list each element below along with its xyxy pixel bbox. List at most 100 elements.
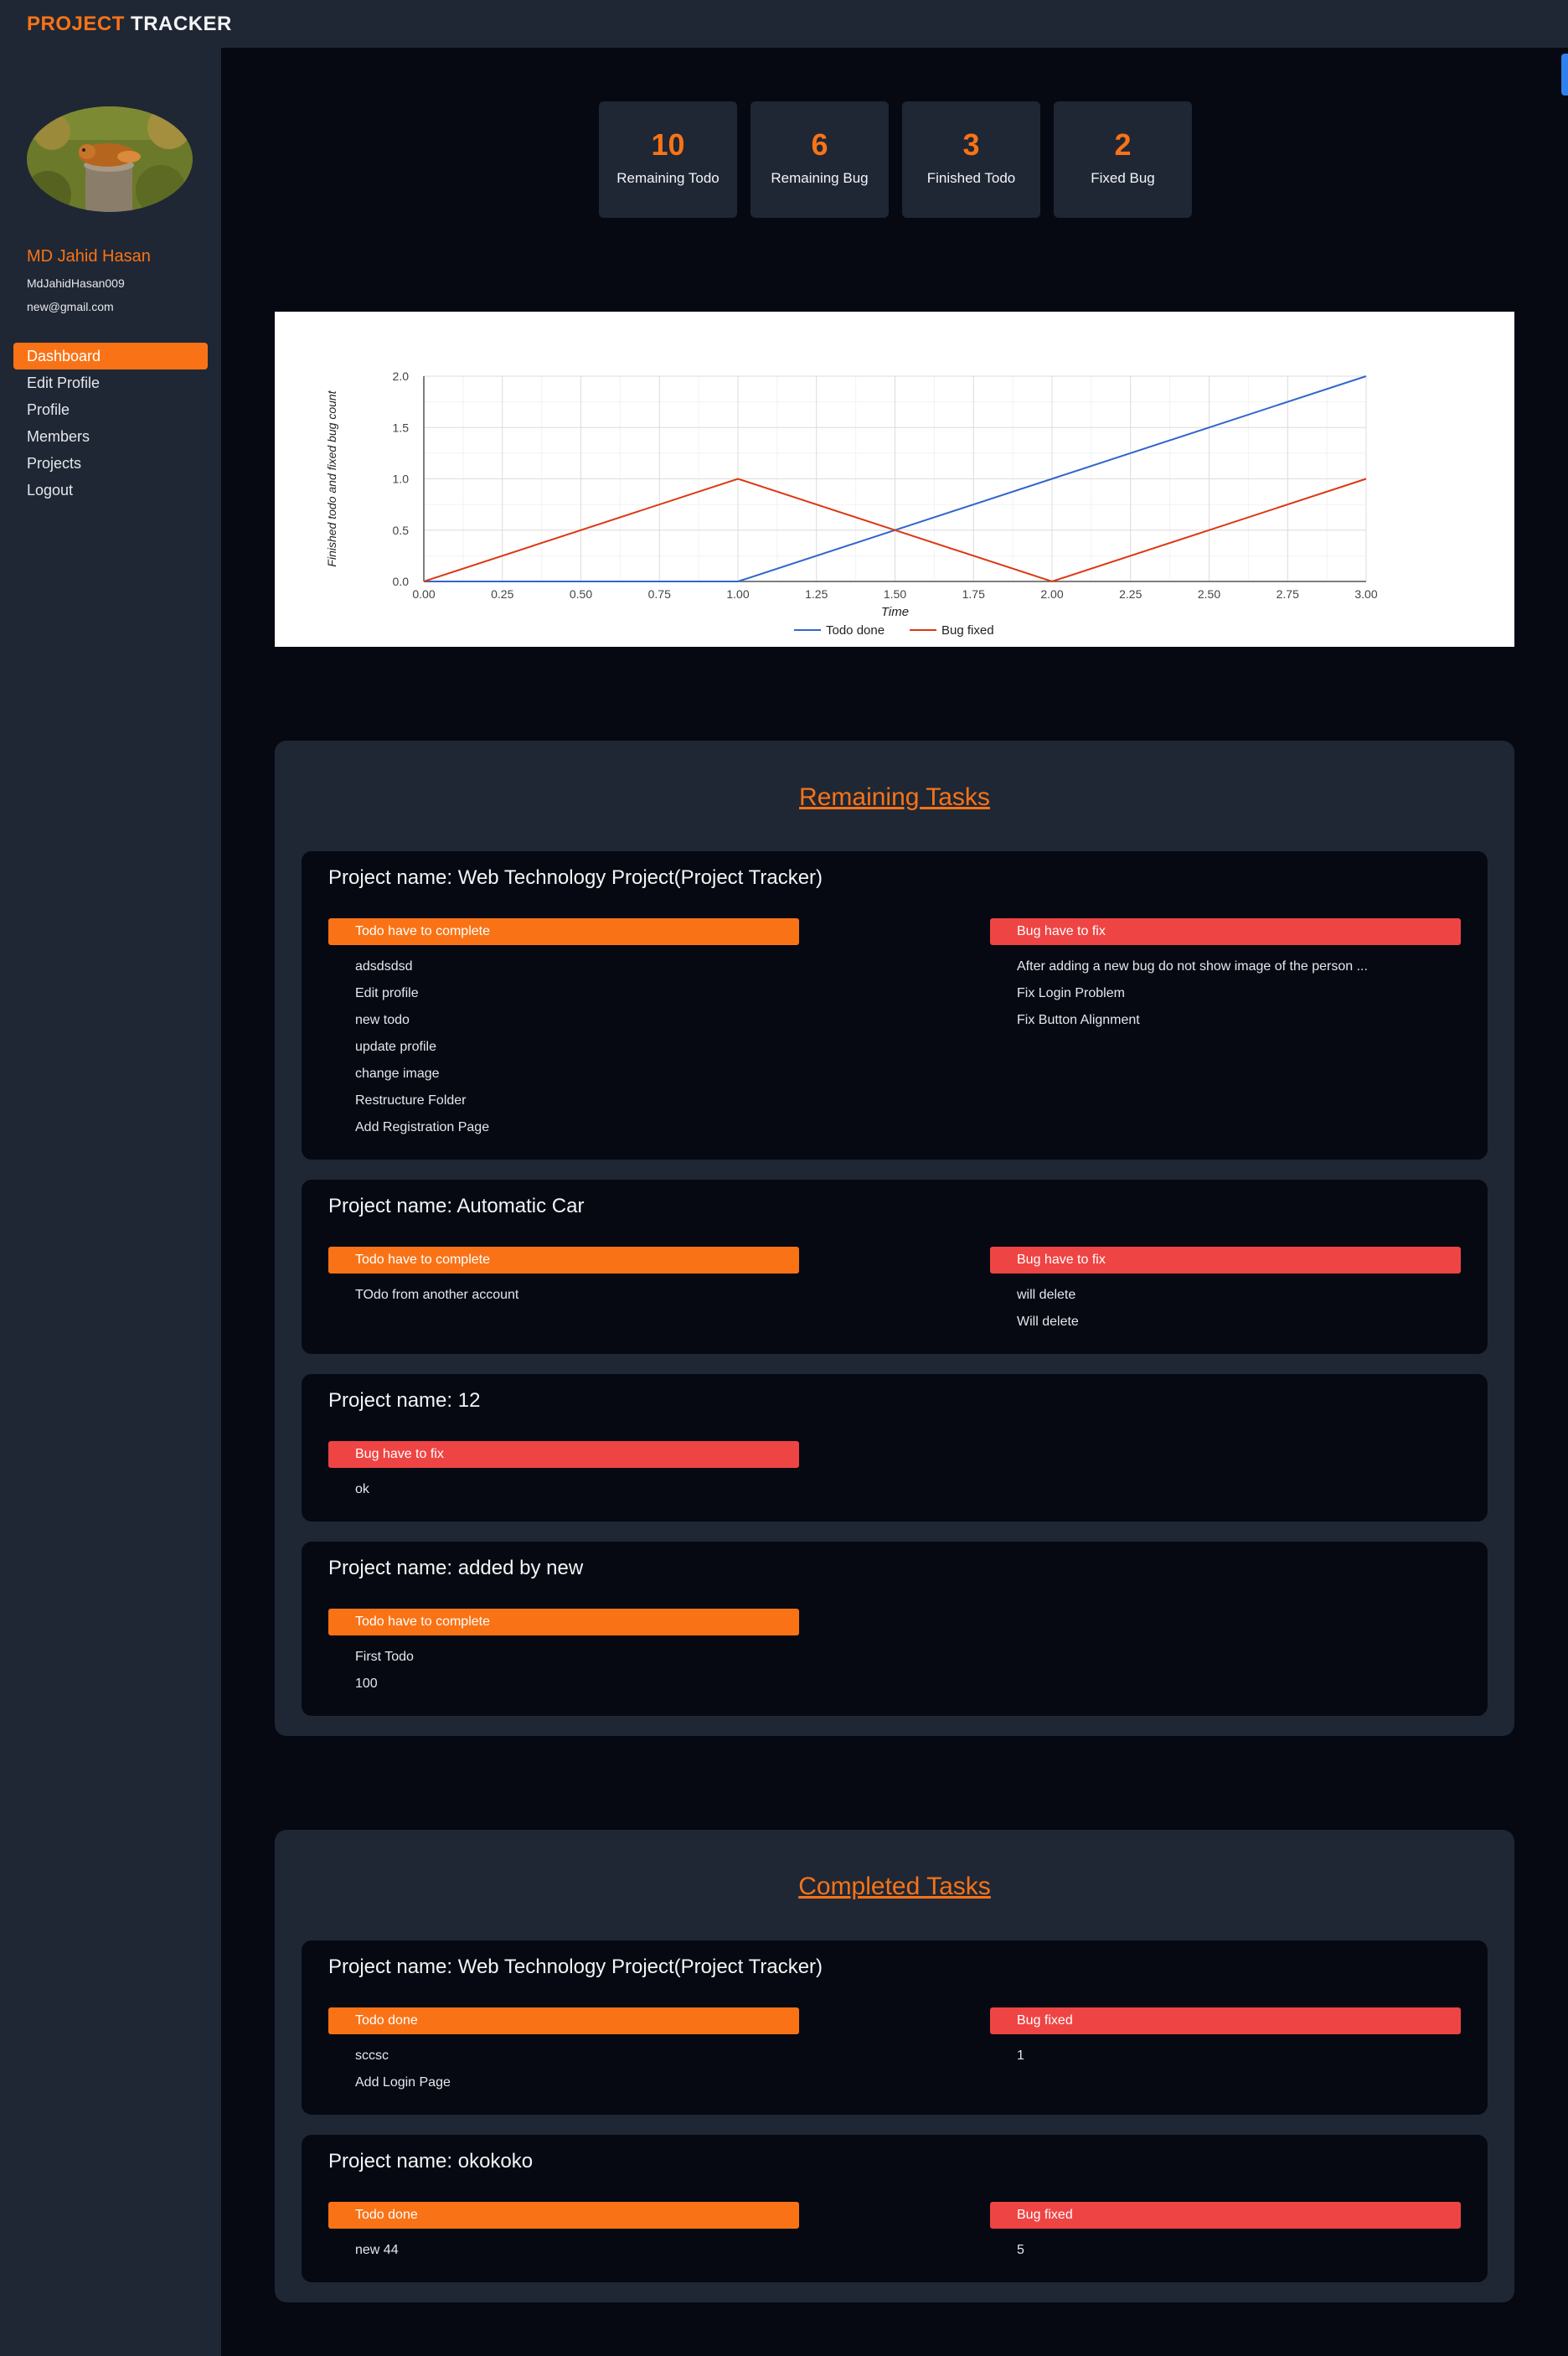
y-tick-label: 0.5 <box>393 524 410 537</box>
project-name: Project name: 12 <box>328 1389 481 1412</box>
todo-column: Todo done sccsc Add Login Page <box>328 2007 799 2096</box>
list-item: Restructure Folder <box>355 1093 467 1108</box>
sidebar-item-dashboard[interactable]: Dashboard <box>13 343 208 369</box>
stat-label: Remaining Bug <box>771 170 869 186</box>
bug-column: Bug fixed 1 <box>990 2007 1461 2069</box>
brand-part-project: PROJECT <box>27 13 125 35</box>
y-tick-label: 1.0 <box>393 473 410 486</box>
project-name: Project name: Automatic Car <box>328 1195 585 1217</box>
user-email: new@gmail.com <box>27 300 114 313</box>
bug-list: After adding a new bug do not show image… <box>990 953 1461 1034</box>
y-tick-label: 0.0 <box>393 575 410 588</box>
list-item: 100 <box>355 1677 378 1691</box>
project-card: Project name: Web Technology Project(Pro… <box>302 851 1488 1160</box>
todo-list: First Todo 100 <box>328 1644 799 1697</box>
stat-label: Fixed Bug <box>1091 170 1155 186</box>
stat-value: 10 <box>651 127 685 162</box>
x-tick-label: 1.75 <box>962 587 985 601</box>
y-tick-label: 1.5 <box>393 421 410 434</box>
list-item: Fix Button Alignment <box>1017 1013 1140 1027</box>
x-tick-label: 1.25 <box>805 587 828 601</box>
user-handle: MdJahidHasan009 <box>27 276 125 290</box>
todo-column: Todo done new 44 <box>328 2202 799 2264</box>
sidebar: MD Jahid Hasan MdJahidHasan009 new@gmail… <box>0 48 221 2356</box>
x-tick-label: 0.25 <box>491 587 513 601</box>
project-card: Project name: 12 Bug have to fix ok <box>302 1374 1488 1522</box>
x-tick-label: 3.00 <box>1354 587 1377 601</box>
bug-list: will delete Will delete <box>990 1282 1461 1336</box>
bug-column: Bug have to fix will delete Will delete <box>990 1247 1461 1336</box>
stat-card-finished-todo: 3 Finished Todo <box>902 101 1040 218</box>
todo-header: Todo have to complete <box>328 918 799 945</box>
stat-card-remaining-bug: 6 Remaining Bug <box>750 101 889 218</box>
bug-column: Bug have to fix After adding a new bug d… <box>990 918 1461 1034</box>
user-name: MD Jahid Hasan <box>27 247 151 266</box>
sidebar-item-profile[interactable]: Profile <box>13 396 208 423</box>
avatar-photo <box>27 106 193 212</box>
list-item: Add Login Page <box>355 2075 451 2090</box>
sidebar-item-members[interactable]: Members <box>13 423 208 450</box>
list-item: will delete <box>1017 1288 1076 1302</box>
sidebar-item-logout[interactable]: Logout <box>13 477 208 504</box>
list-item: First Todo <box>355 1650 414 1664</box>
completed-tasks-heading[interactable]: Completed Tasks <box>275 1870 1514 1904</box>
legend-label: Bug fixed <box>941 623 994 638</box>
todo-header: Todo have to complete <box>328 1609 799 1635</box>
x-tick-label: 2.25 <box>1119 587 1142 601</box>
list-item: 1 <box>1017 2049 1024 2063</box>
list-item: Will delete <box>1017 1315 1079 1329</box>
y-axis-title: Finished todo and fixed bug count <box>325 390 338 566</box>
project-card: Project name: added by new Todo have to … <box>302 1542 1488 1716</box>
list-item: After adding a new bug do not show image… <box>1017 959 1368 974</box>
stats-row: 10 Remaining Todo 6 Remaining Bug 3 Fini… <box>599 101 1192 218</box>
todo-list: sccsc Add Login Page <box>328 2043 799 2096</box>
remaining-tasks-heading[interactable]: Remaining Tasks <box>275 781 1514 814</box>
list-item: adsdsdsd <box>355 959 413 974</box>
remaining-tasks-panel: Remaining Tasks Project name: Web Techno… <box>275 741 1514 1736</box>
bug-list: 5 <box>990 2237 1461 2264</box>
floating-side-tab[interactable] <box>1561 54 1568 96</box>
sidebar-item-projects[interactable]: Projects <box>13 450 208 477</box>
y-tick-label: 2.0 <box>393 369 410 383</box>
x-tick-label: 0.00 <box>412 587 435 601</box>
x-tick-label: 2.75 <box>1277 587 1299 601</box>
brand-logo[interactable]: PROJECT TRACKER <box>27 13 232 36</box>
x-tick-label: 2.00 <box>1040 587 1063 601</box>
list-item: TOdo from another account <box>355 1288 519 1302</box>
todo-header: Todo done <box>328 2202 799 2229</box>
bug-list: ok <box>328 1476 799 1503</box>
bug-column: Bug fixed 5 <box>990 2202 1461 2264</box>
x-tick-label: 0.50 <box>570 587 592 601</box>
legend-label: Todo done <box>826 623 885 638</box>
project-card: Project name: Automatic Car Todo have to… <box>302 1180 1488 1354</box>
bug-header: Bug have to fix <box>990 1247 1461 1274</box>
sidebar-item-edit-profile[interactable]: Edit Profile <box>13 369 208 396</box>
bug-list: 1 <box>990 2043 1461 2069</box>
project-card: Project name: Web Technology Project(Pro… <box>302 1940 1488 2115</box>
list-item: new todo <box>355 1013 410 1027</box>
stat-value: 6 <box>811 127 828 162</box>
top-navbar: PROJECT TRACKER <box>0 0 1568 48</box>
project-card: Project name: okokoko Todo done new 44 B… <box>302 2135 1488 2282</box>
bug-header: Bug have to fix <box>990 918 1461 945</box>
progress-chart: 0.00 0.25 0.50 0.75 1.00 1.25 1.50 1.75 2.00 2.25… <box>275 312 1514 647</box>
todo-column: Todo have to complete First Todo 100 <box>328 1609 799 1697</box>
list-item: update profile <box>355 1040 436 1054</box>
avatar <box>27 106 193 212</box>
line-chart-svg: 0.00 0.25 0.50 0.75 1.00 1.25 1.50 1.75 2.00 2.25… <box>325 369 1378 638</box>
x-tick-label: 2.50 <box>1198 587 1220 601</box>
stat-value: 3 <box>962 127 980 162</box>
bug-header: Bug have to fix <box>328 1441 799 1468</box>
project-name: Project name: added by new <box>328 1557 584 1579</box>
todo-list: TOdo from another account <box>328 1282 799 1309</box>
todo-column: Todo have to complete TOdo from another … <box>328 1247 799 1309</box>
sidebar-nav: Dashboard Edit Profile Profile Members P… <box>13 343 208 504</box>
x-axis-title: Time <box>881 605 909 619</box>
stat-label: Finished Todo <box>926 170 1016 186</box>
project-name: Project name: Web Technology Project(Pro… <box>328 866 823 889</box>
todo-list: adsdsdsd Edit profile new todo update pr… <box>328 953 799 1141</box>
bug-column: Bug have to fix ok <box>328 1441 799 1503</box>
list-item: Add Registration Page <box>355 1120 490 1134</box>
project-name: Project name: okokoko <box>328 2150 534 2173</box>
list-item: change image <box>355 1067 440 1081</box>
